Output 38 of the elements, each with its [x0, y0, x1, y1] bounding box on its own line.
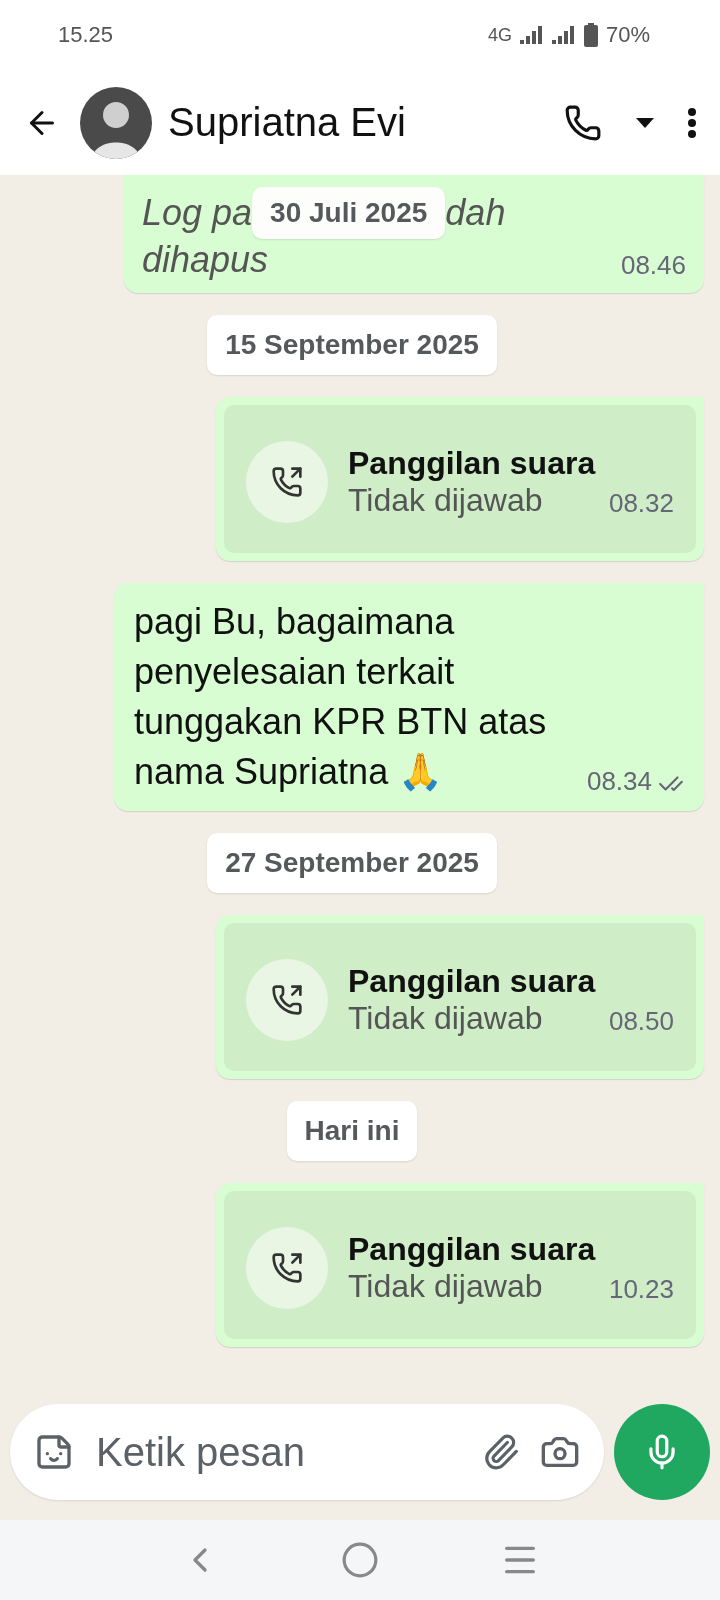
- call-title: Panggilan suara: [348, 1231, 597, 1268]
- signal-icon: [519, 26, 544, 44]
- battery-icon: [583, 23, 598, 47]
- phone-icon: [271, 984, 303, 1016]
- sticker-icon[interactable]: [34, 1432, 74, 1472]
- dropdown-caret-icon[interactable]: [636, 117, 654, 128]
- more-icon: [688, 107, 696, 138]
- attach-icon[interactable]: [482, 1433, 520, 1471]
- call-bubble[interactable]: Panggilan suara Tidak dijawab 10.23: [216, 1183, 704, 1347]
- message-time: 08.46: [620, 250, 686, 281]
- phone-icon: [271, 466, 303, 498]
- message-text: Log pa: [142, 192, 253, 234]
- call-status: Tidak dijawab: [348, 1000, 543, 1037]
- signal-icon: [551, 26, 576, 44]
- message-input[interactable]: Ketik pesan: [10, 1404, 604, 1500]
- message-time: 08.32: [608, 488, 674, 519]
- message-text: dihapus: [142, 239, 269, 281]
- call-bubble[interactable]: Panggilan suara Tidak dijawab 08.32: [216, 397, 704, 561]
- date-chip: 27 September 2025: [207, 833, 497, 893]
- call-status: Tidak dijawab: [348, 1268, 543, 1305]
- date-chip: 30 Juli 2025: [252, 187, 446, 239]
- call-title: Panggilan suara: [348, 963, 597, 1000]
- date-chip: 15 September 2025: [207, 315, 497, 375]
- message-time: 10.23: [608, 1274, 674, 1305]
- call-status: Tidak dijawab: [348, 482, 543, 519]
- message-text: dah: [445, 192, 506, 234]
- message-time: 08.50: [608, 1006, 674, 1037]
- home-nav-icon[interactable]: [341, 1541, 379, 1579]
- battery-level: 70%: [605, 22, 650, 48]
- message-time: 08.34: [586, 766, 652, 797]
- network-type: 4G: [487, 24, 512, 46]
- message-text: pagi Bu, bagaimana penyelesaian terkait tunggakan KPR BTN atas nama Supriatna 🙏: [134, 600, 548, 794]
- status-time: 15.25: [58, 22, 114, 48]
- call-title: Panggilan suara: [348, 445, 597, 482]
- phone-icon: [271, 1252, 303, 1284]
- phone-icon: [564, 103, 602, 142]
- call-bubble[interactable]: Panggilan suara Tidak dijawab 08.50: [216, 915, 704, 1079]
- date-chip: Hari ini: [286, 1101, 418, 1161]
